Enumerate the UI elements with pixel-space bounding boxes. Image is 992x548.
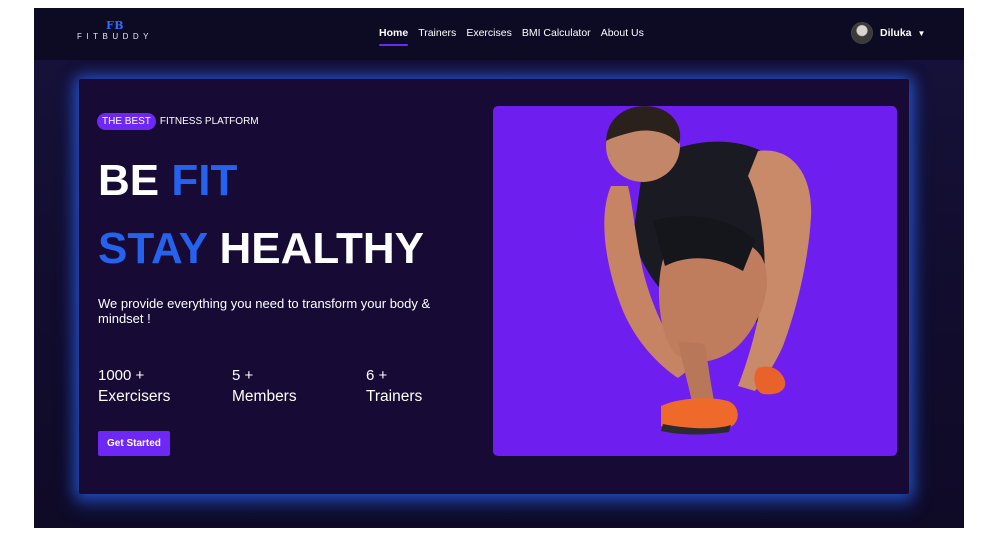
navbar: FB FITBUDDY Home Trainers Exercises BMI … [34,8,964,60]
stat-members: 5 + Members [232,367,352,409]
headline-1-blue: FIT [171,156,238,205]
headline-2-white: HEALTHY [219,224,424,273]
nav-link-exercises[interactable]: Exercises [466,27,512,43]
stat-trainers: 6 + Trainers [366,367,486,409]
hero-card: THE BEST FITNESS PLATFORM BE FIT STAY HE… [79,79,909,494]
headline-1-white: BE [98,156,172,205]
app-window: FB FITBUDDY Home Trainers Exercises BMI … [34,8,964,528]
caret-down-icon: ▼ [917,28,926,38]
logo-text: FITBUDDY [77,32,153,41]
nav-link-trainers[interactable]: Trainers [418,27,456,43]
stat-label: Exercisers [98,388,171,405]
get-started-button[interactable]: Get Started [98,431,170,456]
nav-links: Home Trainers Exercises BMI Calculator A… [379,27,644,46]
stat-label: Trainers [366,388,423,405]
user-avatar-icon [851,22,873,44]
stat-exercisers: 1000 + Exercisers [98,367,218,409]
athlete-illustration [604,106,812,435]
headline-line-1: BE FIT [98,157,237,205]
logo-mark: FB [105,19,125,32]
nav-link-bmi-calculator[interactable]: BMI Calculator [522,27,591,43]
headline-line-2: STAY HEALTHY [98,225,424,273]
stat-value: 5 + [232,367,254,384]
hero-image [493,106,897,456]
tagline-badge: THE BEST [97,113,156,130]
user-name: Diluka [880,27,912,39]
stat-value: 1000 + [98,367,145,384]
user-menu[interactable]: Diluka ▼ [851,22,925,44]
brand-logo[interactable]: FB FITBUDDY [72,20,158,43]
tagline-text: FITNESS PLATFORM [159,116,259,127]
headline-2-blue: STAY [98,224,220,273]
hero-description: We provide everything you need to transf… [98,296,431,326]
nav-link-about-us[interactable]: About Us [601,27,644,43]
stat-label: Members [232,388,297,405]
tagline: THE BEST FITNESS PLATFORM [97,113,259,130]
stat-value: 6 + [366,367,388,384]
nav-link-home[interactable]: Home [379,27,409,46]
